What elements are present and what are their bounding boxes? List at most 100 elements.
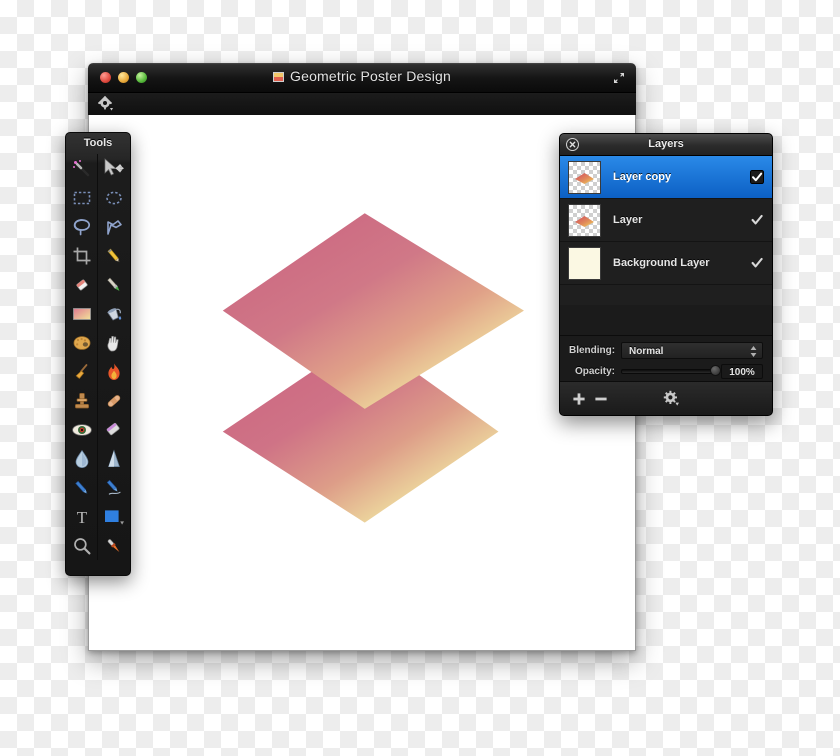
- window-titlebar[interactable]: Geometric Poster Design: [88, 63, 636, 93]
- layers-panel: Layers Layer copy: [559, 133, 773, 416]
- opacity-slider-knob[interactable]: [710, 365, 721, 376]
- sponge-tool[interactable]: [98, 415, 130, 444]
- pencil-icon: [104, 246, 124, 266]
- toolbar-gear-icon[interactable]: [98, 96, 114, 112]
- window-title: Geometric Poster Design: [88, 68, 636, 84]
- artwork-svg: [89, 115, 635, 650]
- polygon-lasso-tool[interactable]: [98, 212, 130, 241]
- broom-tool[interactable]: [66, 357, 98, 386]
- palette-tool[interactable]: [66, 328, 98, 357]
- stamp-icon: [72, 391, 92, 411]
- document-window: Geometric Poster Design: [88, 63, 636, 651]
- layers-footer: [560, 381, 772, 415]
- smudge-hand-icon: [104, 333, 124, 353]
- close-circle-icon[interactable]: [566, 138, 579, 151]
- eye-icon: [71, 422, 93, 438]
- flame-icon: [105, 362, 123, 382]
- canvas[interactable]: [88, 115, 636, 651]
- water-drop-icon: [73, 449, 91, 469]
- pen-tool[interactable]: [66, 473, 98, 502]
- red-eye-tool[interactable]: [66, 415, 98, 444]
- layer-row[interactable]: Layer: [560, 199, 772, 242]
- opacity-value-field[interactable]: 100%: [721, 364, 763, 379]
- lasso-icon: [72, 217, 92, 237]
- opacity-row: Opacity: 100%: [569, 362, 763, 380]
- layer-row[interactable]: Background Layer: [560, 242, 772, 285]
- eyedropper-icon: [104, 536, 124, 556]
- burn-tool[interactable]: [98, 357, 130, 386]
- move-tool[interactable]: [98, 154, 130, 183]
- cone-icon: [105, 449, 123, 469]
- gradient-swatch-icon: [72, 307, 92, 321]
- window-toolbar: [88, 93, 636, 116]
- paintbrush-icon: [104, 275, 124, 295]
- blending-row: Blending: Normal: [569, 341, 763, 359]
- ellipse-select-icon: [104, 190, 124, 206]
- pen-icon: [72, 478, 92, 498]
- eraser-icon: [72, 275, 92, 295]
- layer-name: Background Layer: [613, 257, 750, 269]
- lasso-tool[interactable]: [66, 212, 98, 241]
- blur-tool[interactable]: [66, 444, 98, 473]
- layer-visibility-checkbox[interactable]: [750, 256, 764, 270]
- tools-grid: T: [66, 154, 130, 560]
- sponge-icon: [104, 420, 124, 440]
- opacity-label: Opacity:: [569, 366, 621, 377]
- palette-icon: [72, 334, 92, 352]
- blending-mode-value: Normal: [622, 343, 762, 360]
- blending-mode-select[interactable]: Normal: [621, 342, 763, 359]
- gradient-tool[interactable]: [66, 299, 98, 328]
- paint-bucket-tool[interactable]: [98, 299, 130, 328]
- clone-stamp-tool[interactable]: [66, 386, 98, 415]
- minus-icon: [594, 392, 608, 406]
- delete-layer-button[interactable]: [590, 388, 612, 410]
- layer-list-empty-area: [560, 285, 772, 305]
- layer-visibility-checkbox[interactable]: [750, 170, 764, 184]
- crop-icon: [72, 246, 92, 266]
- elliptical-marquee-tool[interactable]: [98, 183, 130, 212]
- crop-tool[interactable]: [66, 241, 98, 270]
- layer-thumbnail: [568, 204, 601, 237]
- layers-panel-titlebar[interactable]: Layers: [560, 134, 772, 156]
- polygon-lasso-icon: [104, 217, 124, 237]
- layer-visibility-checkbox[interactable]: [750, 213, 764, 227]
- shape-tool[interactable]: [98, 502, 130, 531]
- text-t-icon: T: [73, 508, 91, 526]
- layers-panel-title: Layers: [560, 134, 772, 155]
- svg-text:T: T: [76, 508, 87, 526]
- broom-icon: [72, 362, 92, 382]
- blue-square-icon: [103, 508, 125, 526]
- expand-arrows-icon[interactable]: [612, 71, 626, 85]
- layer-controls: Blending: Normal Opacity: 100%: [560, 335, 772, 382]
- layer-options-button[interactable]: [660, 388, 682, 410]
- paint-bucket-icon: [104, 304, 124, 324]
- eraser-tool[interactable]: [66, 270, 98, 299]
- stepper-arrows-icon: [750, 345, 757, 358]
- layer-row[interactable]: Layer copy: [560, 156, 772, 199]
- plus-icon: [572, 392, 586, 406]
- bandage-icon: [104, 391, 124, 411]
- window-title-text: Geometric Poster Design: [290, 68, 451, 84]
- rectangle-select-icon: [72, 190, 92, 206]
- eyedropper-tool[interactable]: [98, 531, 130, 560]
- pencil-tool[interactable]: [98, 241, 130, 270]
- rectangular-marquee-tool[interactable]: [66, 183, 98, 212]
- opacity-slider[interactable]: [621, 369, 717, 374]
- arrow-move-icon: [102, 158, 126, 180]
- healing-tool[interactable]: [98, 386, 130, 415]
- pen-path-icon: [104, 478, 124, 498]
- zoom-tool[interactable]: [66, 531, 98, 560]
- freeform-pen-tool[interactable]: [98, 473, 130, 502]
- document-icon: [273, 72, 284, 82]
- magnifier-icon: [72, 536, 92, 556]
- tools-palette: Tools: [65, 132, 131, 576]
- smudge-tool[interactable]: [98, 328, 130, 357]
- layer-thumbnail: [568, 247, 601, 280]
- tools-palette-title: Tools: [66, 133, 130, 154]
- magic-wand-tool[interactable]: [66, 154, 98, 183]
- sharpen-tool[interactable]: [98, 444, 130, 473]
- type-tool[interactable]: T: [66, 502, 98, 531]
- add-layer-button[interactable]: [568, 388, 590, 410]
- paintbrush-tool[interactable]: [98, 270, 130, 299]
- blending-label: Blending:: [569, 345, 621, 356]
